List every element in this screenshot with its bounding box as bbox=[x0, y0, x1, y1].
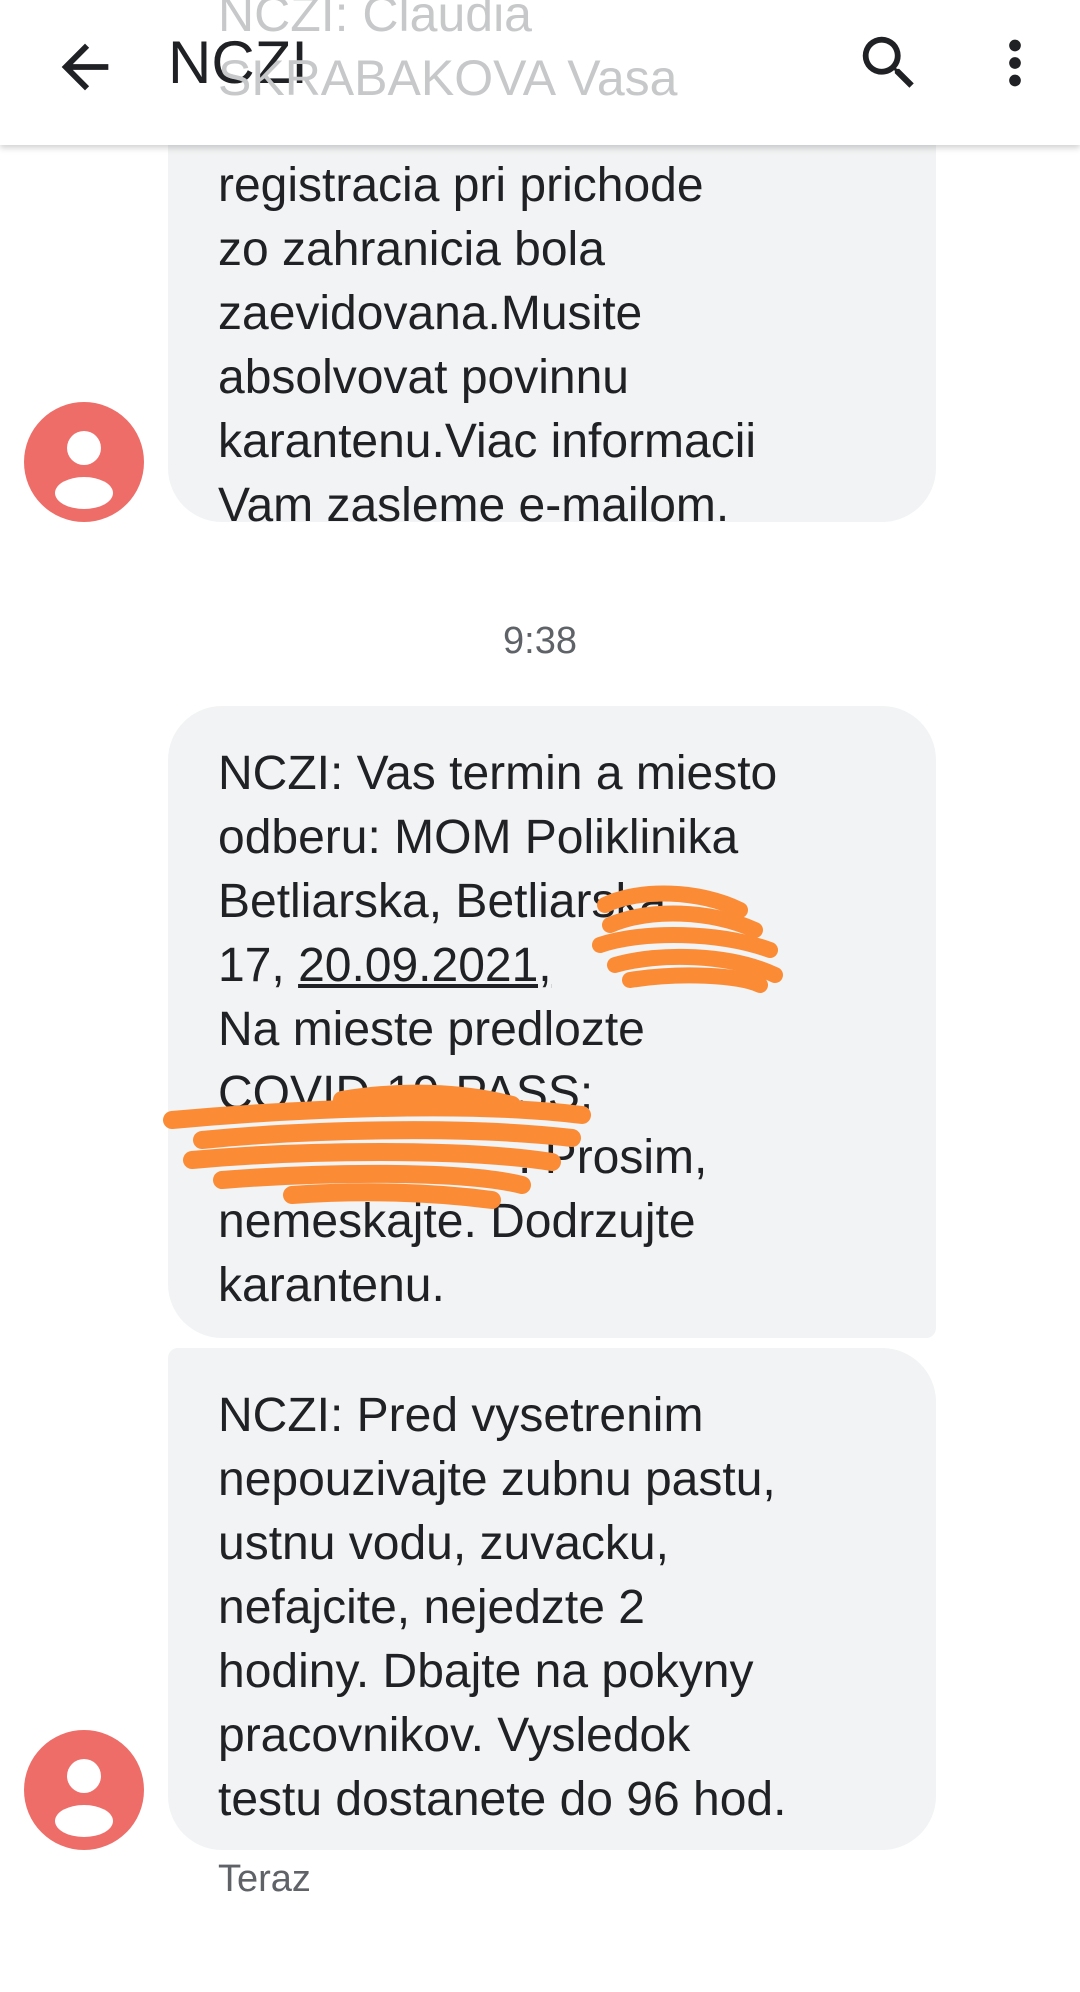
more-vert-icon[interactable] bbox=[990, 28, 1040, 98]
message-line: nefajcite, nejedzte 2 bbox=[218, 1581, 645, 1634]
message-line: pracovnikov. Vysledok bbox=[218, 1709, 691, 1762]
message-line: zaevidovana.Musite bbox=[218, 287, 643, 340]
sender-avatar[interactable] bbox=[24, 402, 144, 522]
app-bar: NCZI bbox=[0, 0, 1080, 145]
message-line: ustnu vodu, zuvacku, bbox=[218, 1517, 669, 1570]
message-line: nemeskajte. Dodrzujte bbox=[218, 1195, 696, 1248]
message-line: COVID-19-PASS: bbox=[218, 1067, 594, 1120]
message-status: Teraz bbox=[218, 1858, 311, 1900]
message-line: registracia pri prichode bbox=[218, 159, 704, 212]
date-link[interactable]: 20.09.2021, bbox=[298, 939, 552, 992]
message-line: 17, 20.09.2021, bbox=[218, 934, 896, 998]
message-line: NCZI: Pred vysetrenim bbox=[218, 1389, 704, 1442]
message-line: zo zahranicia bola bbox=[218, 223, 605, 276]
message-line: testu dostanete do 96 hod. bbox=[218, 1773, 787, 1826]
message-line: Na mieste predlozte bbox=[218, 1003, 645, 1056]
message-line: karantenu.Viac informacii bbox=[218, 415, 757, 468]
message-line: odberu: MOM Poliklinika bbox=[218, 811, 739, 864]
message-line: NCZI: Vas termin a miesto bbox=[218, 747, 778, 800]
message-line: nepouzivajte zubnu pastu, bbox=[218, 1453, 776, 1506]
message-line: Vam zasleme e-mailom. bbox=[218, 479, 730, 532]
message-bubble[interactable]: NCZI: Vas termin a miesto odberu: MOM Po… bbox=[168, 706, 936, 1338]
message-line: . Prosim, bbox=[518, 1131, 708, 1184]
message-line: absolvovat povinnu bbox=[218, 351, 629, 404]
message-line: karantenu. bbox=[218, 1259, 445, 1312]
message-line: hodiny. Dbajte na pokyny bbox=[218, 1645, 754, 1698]
search-icon[interactable] bbox=[854, 28, 924, 98]
sender-avatar[interactable] bbox=[24, 1730, 144, 1850]
message-line: Betliarska, Betliarska bbox=[218, 875, 667, 928]
arrow-back-icon[interactable] bbox=[50, 32, 120, 102]
message-bubble[interactable]: NCZI: Pred vysetrenim nepouzivajte zubnu… bbox=[168, 1348, 936, 1850]
message-timestamp: 9:38 bbox=[503, 620, 577, 662]
conversation-title: NCZI bbox=[168, 29, 308, 96]
message-line-start: 17, bbox=[218, 939, 299, 992]
